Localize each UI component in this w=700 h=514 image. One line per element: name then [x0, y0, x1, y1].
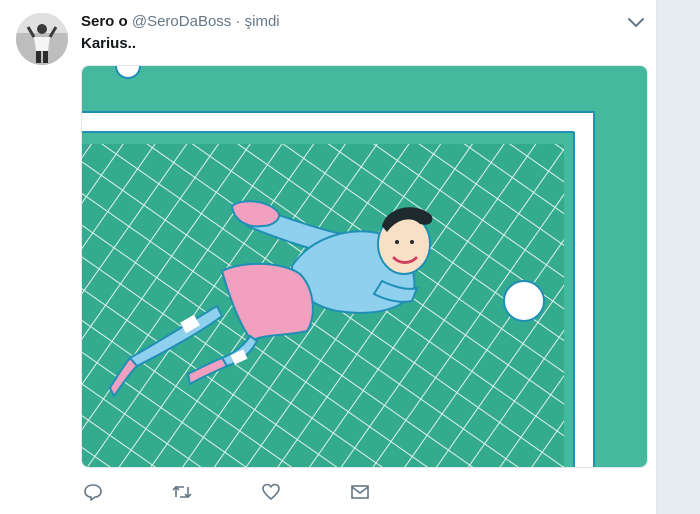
separator-dot: ·	[235, 13, 241, 30]
tweet-actions	[81, 480, 441, 504]
retweet-icon	[172, 485, 192, 499]
like-button[interactable]	[259, 480, 283, 504]
display-name[interactable]: Sero o	[81, 13, 128, 30]
envelope-icon	[351, 485, 369, 499]
chevron-down-icon	[628, 18, 644, 27]
goalkeeper-illustration	[82, 66, 647, 467]
reply-button[interactable]	[81, 480, 105, 504]
tweet-header: Sero o @SeroDaBoss · şimdi	[81, 12, 280, 32]
timestamp[interactable]: şimdi	[245, 13, 280, 30]
heart-icon	[262, 483, 280, 500]
tweet-text: Karius..	[81, 35, 137, 52]
tweet-card: Sero o @SeroDaBoss · şimdi Karius..	[0, 0, 657, 514]
avatar-image	[16, 13, 68, 65]
direct-message-button[interactable]	[348, 480, 372, 504]
avatar[interactable]	[16, 13, 68, 65]
reply-icon	[84, 484, 102, 501]
more-options-button[interactable]	[624, 12, 648, 32]
user-handle[interactable]: @SeroDaBoss	[132, 13, 231, 30]
retweet-button[interactable]	[170, 480, 194, 504]
tweet-media[interactable]	[81, 65, 648, 468]
